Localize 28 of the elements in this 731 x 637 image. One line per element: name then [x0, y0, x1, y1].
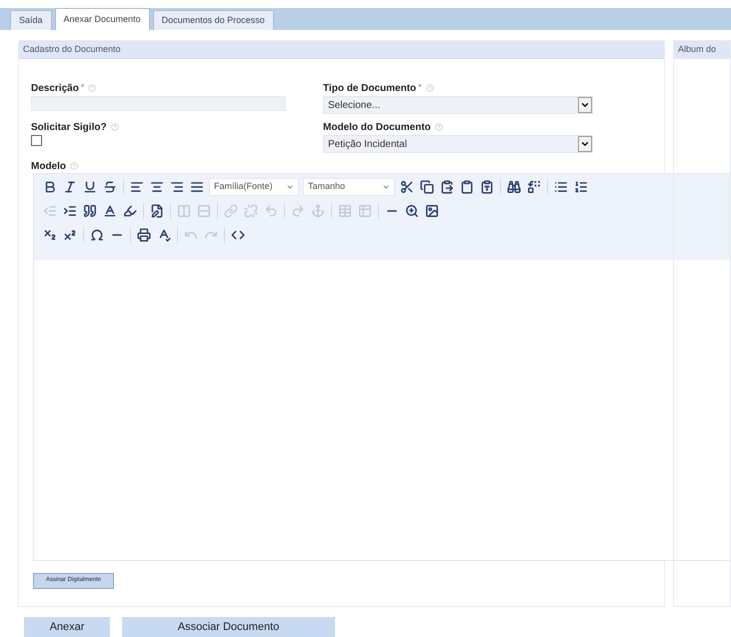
field-label: Modelo: [31, 160, 66, 174]
field-label: Modelo do Documento: [323, 120, 431, 134]
required-mark: *: [418, 81, 422, 94]
help-icon: [426, 84, 434, 92]
field-label: Tipo de Documento: [323, 82, 416, 96]
panel-title: Album do: [678, 43, 716, 56]
tab[interactable]: Saída: [10, 10, 52, 30]
help-icon: [70, 162, 78, 170]
help-icon: [88, 84, 96, 92]
help-icon: [110, 123, 119, 131]
action-button[interactable]: Associar Documento: [122, 617, 335, 637]
action-button[interactable]: Anexar: [24, 617, 110, 637]
panel-title: Cadastro do Documento: [23, 42, 121, 56]
tab[interactable]: Anexar Documento: [54, 8, 150, 30]
caret-icon: [286, 183, 294, 191]
required-mark: *: [80, 81, 84, 94]
help-icon: [434, 123, 443, 131]
font-family-dropdown[interactable]: Família(Fonte): [209, 178, 299, 196]
field-label: Solicitar Sigilo?: [31, 120, 107, 134]
font-size-dropdown[interactable]: Tamanho: [303, 178, 395, 196]
description-field[interactable]: [31, 96, 286, 111]
checkbox[interactable]: [31, 135, 42, 146]
field-label: Descrição: [31, 82, 79, 96]
select-field[interactable]: Selecione...: [323, 96, 593, 114]
tab[interactable]: Documentos do Processo: [152, 10, 274, 30]
select-field[interactable]: Petição Incidental: [323, 135, 593, 153]
caret-icon: [382, 183, 390, 191]
rich-text-editor[interactable]: Família(Fonte) Tamanho: [33, 173, 731, 561]
